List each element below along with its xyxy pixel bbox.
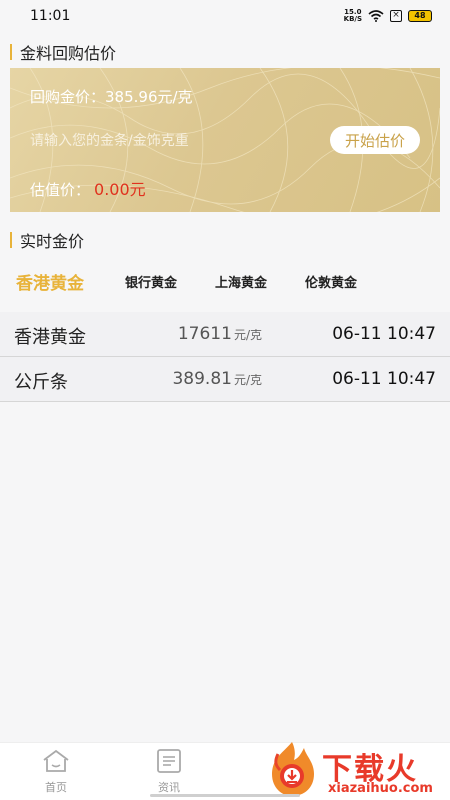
price-list: 香港黄金 17611 元/克 06-11 10:47 公斤条 389.81 元/克 … xyxy=(0,312,450,402)
start-estimate-button[interactable]: 开始估价 xyxy=(330,126,420,154)
estimate-value-row: 估值价： 0.00元 xyxy=(30,176,146,200)
gold-market-tabs: 香港黄金 银行黄金 上海黄金 伦敦黄金 xyxy=(0,262,450,298)
tab-shanghai-gold[interactable]: 上海黄金 xyxy=(215,272,267,291)
section-accent-bar xyxy=(10,232,12,248)
status-icons: 15.0 KB/S × 48 xyxy=(344,9,432,23)
table-row[interactable]: 香港黄金 17611 元/克 06-11 10:47 xyxy=(0,312,450,357)
realtime-section-title: 实时金价 xyxy=(20,232,85,251)
buyback-price-row: 回购金价：385.96元/克 xyxy=(30,86,193,107)
status-time: 11:01 xyxy=(30,8,71,24)
watermark-logo: 下载火 xiazaihuo.com xyxy=(262,740,450,800)
gold-weight-input[interactable] xyxy=(30,130,310,152)
price-time: 06-11 10:47 xyxy=(332,369,436,389)
price-name: 香港黄金 xyxy=(14,327,86,348)
price-value: 17611 元/克 xyxy=(177,324,262,344)
estimate-label: 估值价： xyxy=(30,181,91,199)
home-indicator xyxy=(150,794,300,797)
estimate-value: 0.00元 xyxy=(94,180,146,199)
tab-london-gold[interactable]: 伦敦黄金 xyxy=(305,272,357,291)
price-value: 389.81 元/克 xyxy=(172,369,262,389)
table-row[interactable]: 公斤条 389.81 元/克 06-11 10:47 xyxy=(0,357,450,402)
buyback-price-value: 385.96元/克 xyxy=(105,88,193,106)
status-bar: 11:01 15.0 KB/S × 48 xyxy=(0,0,450,32)
nav-home-label: 首页 xyxy=(45,781,67,794)
realtime-section-header: 实时金价 xyxy=(10,228,84,252)
tab-bank-gold[interactable]: 银行黄金 xyxy=(125,272,177,291)
news-icon xyxy=(157,749,181,773)
tab-hong-kong-gold[interactable]: 香港黄金 xyxy=(16,269,84,294)
buyback-price-label: 回购金价： xyxy=(30,88,106,106)
battery-icon: 48 xyxy=(408,10,432,22)
price-time: 06-11 10:47 xyxy=(332,324,436,344)
buyback-estimate-card: 回购金价：385.96元/克 开始估价 估值价：0.00元 xyxy=(10,68,440,212)
watermark-subtitle: xiazaihuo.com xyxy=(328,781,433,796)
wifi-icon xyxy=(368,10,384,22)
nav-news-label: 资讯 xyxy=(158,781,180,794)
network-speed: 15.0 KB/S xyxy=(343,8,362,23)
price-name: 公斤条 xyxy=(14,372,68,393)
flame-logo-icon xyxy=(272,742,314,796)
buyback-section-title: 金料回购估价 xyxy=(20,44,117,63)
home-icon xyxy=(43,749,69,772)
section-accent-bar xyxy=(10,44,12,60)
buyback-section-header: 金料回购估价 xyxy=(10,40,116,64)
no-sim-icon: × xyxy=(390,10,402,22)
nav-home[interactable]: 首页 xyxy=(26,749,86,795)
nav-news[interactable]: 资讯 xyxy=(139,749,199,795)
